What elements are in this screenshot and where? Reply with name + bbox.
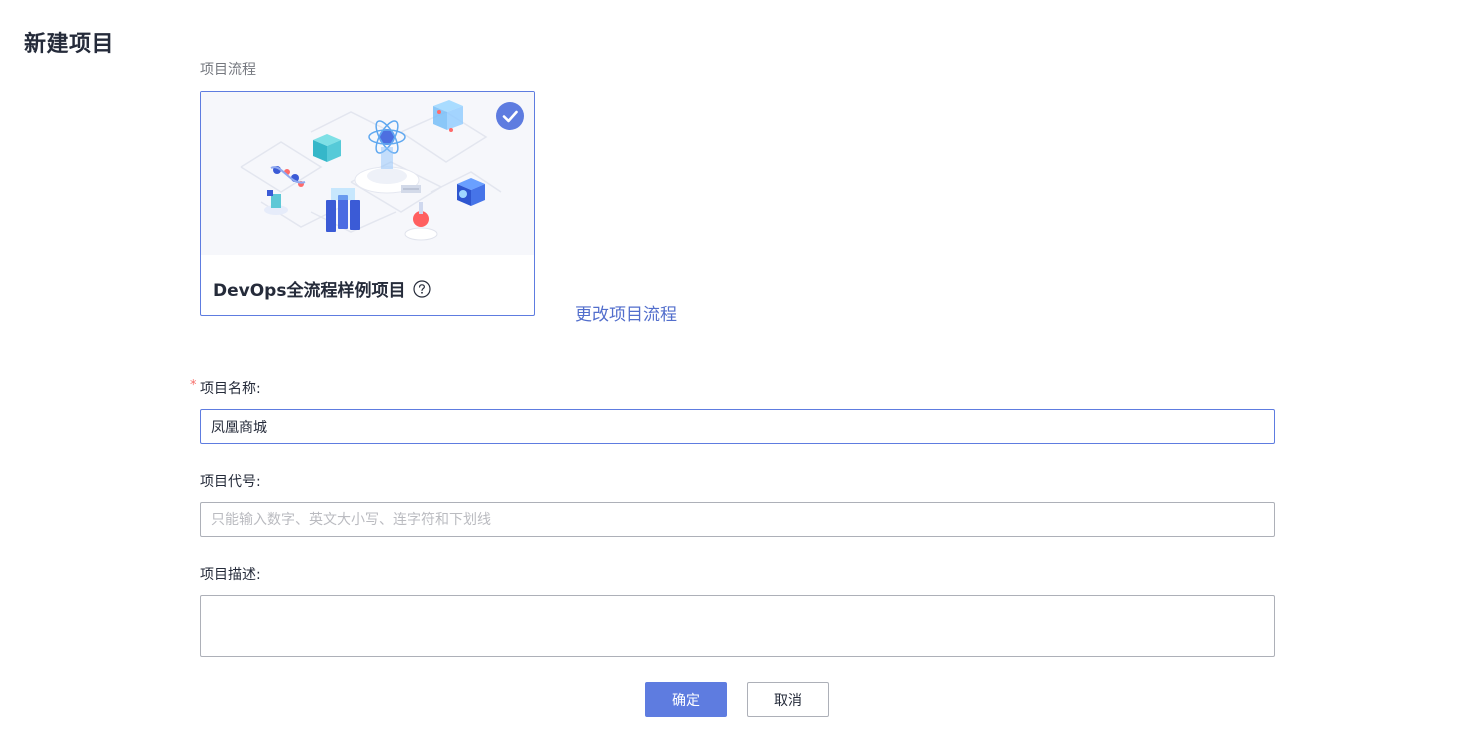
cancel-button[interactable]: 取消 — [747, 682, 829, 717]
template-title: DevOps全流程样例项目 — [213, 281, 406, 301]
template-card-footer: DevOps全流程样例项目 — [213, 276, 432, 301]
required-mark: * — [190, 378, 197, 393]
project-code-label: 项目代号: — [200, 474, 261, 490]
change-process-link[interactable]: 更改项目流程 — [575, 300, 677, 325]
project-name-label: 项目名称: — [200, 381, 261, 397]
project-description-textarea[interactable] — [200, 595, 1275, 657]
project-process-label: 项目流程 — [200, 62, 256, 78]
page-title: 新建项目 — [24, 32, 115, 57]
new-project-page: 新建项目 项目流程 DevOps全流程样例项目 更改项目流程 * 项目名称: 凤… — [0, 0, 1475, 742]
project-description-label: 项目描述: — [200, 567, 261, 583]
camera-icon — [457, 178, 485, 206]
server-icon — [326, 188, 360, 232]
check-circle-icon — [496, 102, 524, 130]
template-card-devops[interactable]: DevOps全流程样例项目 — [200, 91, 535, 316]
project-code-input[interactable] — [200, 502, 1275, 537]
question-circle-icon[interactable] — [413, 279, 432, 298]
cube-icon — [313, 134, 341, 162]
project-name-input[interactable] — [200, 409, 1275, 444]
confirm-button[interactable]: 确定 — [645, 682, 727, 717]
devops-illustration — [201, 92, 534, 255]
